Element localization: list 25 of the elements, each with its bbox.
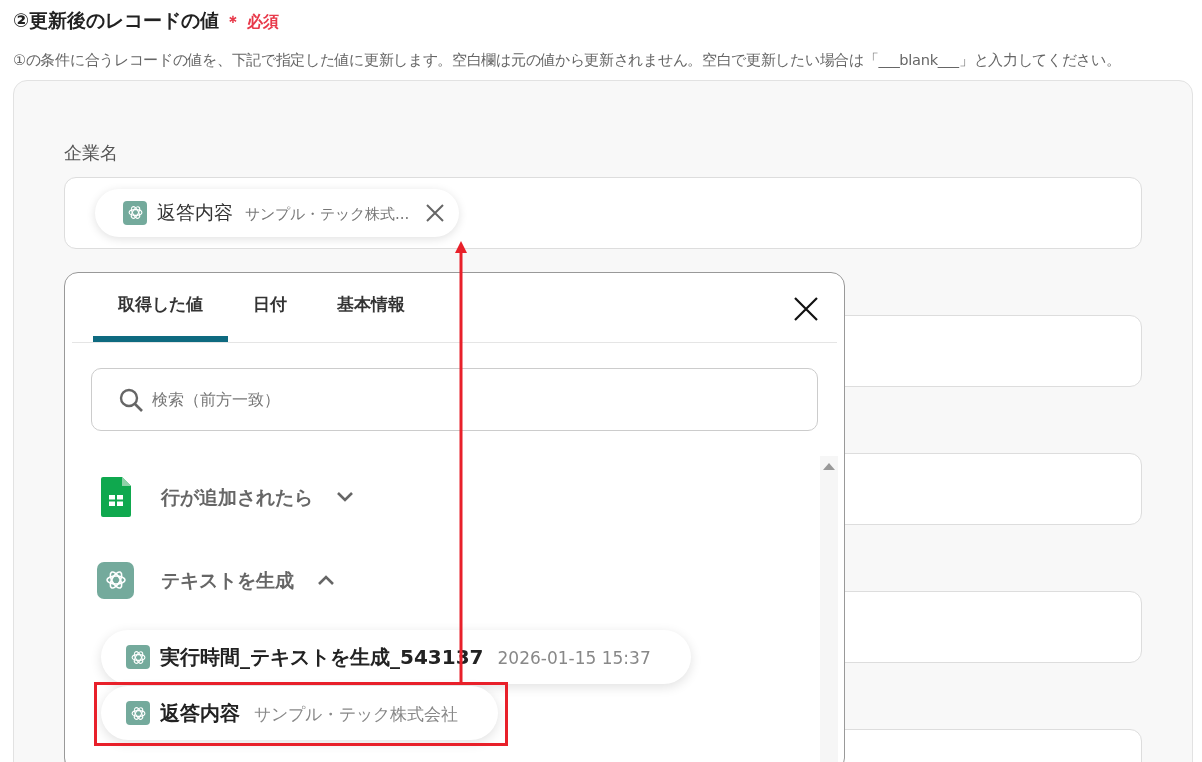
ai-logo-icon — [126, 645, 150, 669]
chip-text: 返答内容 サンプル・テック株式... — [157, 200, 410, 226]
scrollbar[interactable] — [820, 456, 838, 762]
close-button[interactable] — [792, 295, 820, 323]
tab[interactable]: 基本情報 — [312, 273, 430, 342]
group-header[interactable]: 行が追加されたら — [65, 469, 745, 525]
section-title: ②更新後のレコードの値 — [13, 8, 220, 33]
value-item[interactable]: 返答内容 サンプル・テック株式会社 — [101, 686, 498, 740]
tab[interactable]: 取得した値 — [93, 273, 228, 342]
input-field[interactable]: 返答内容 サンプル・テック株式... — [64, 176, 1142, 249]
ai-logo-icon — [126, 701, 150, 725]
tab[interactable]: 日付 — [228, 273, 312, 342]
ai-logo-icon — [123, 200, 147, 225]
scroll-up-icon[interactable] — [822, 462, 836, 470]
item-text: 返答内容 サンプル・テック株式会社 — [160, 700, 458, 727]
search-field[interactable]: 検索（前方一致） — [91, 368, 818, 431]
ai-logo-icon — [97, 561, 134, 599]
required-label: ＊ 必須 — [225, 11, 279, 33]
spreadsheet-icon — [100, 477, 131, 517]
group-header[interactable]: テキストを生成 — [65, 552, 745, 608]
field-label: 企業名 — [64, 140, 119, 165]
chevron-up-icon — [317, 574, 335, 586]
search-icon — [118, 386, 144, 413]
chevron-down-icon — [336, 491, 354, 503]
description: ①の条件に合うレコードの値を、下記で指定した値に更新します。空白欄は元の値から更新されません。空白で更新したい場合は「___blank___」と入力してください。 — [13, 49, 1122, 70]
